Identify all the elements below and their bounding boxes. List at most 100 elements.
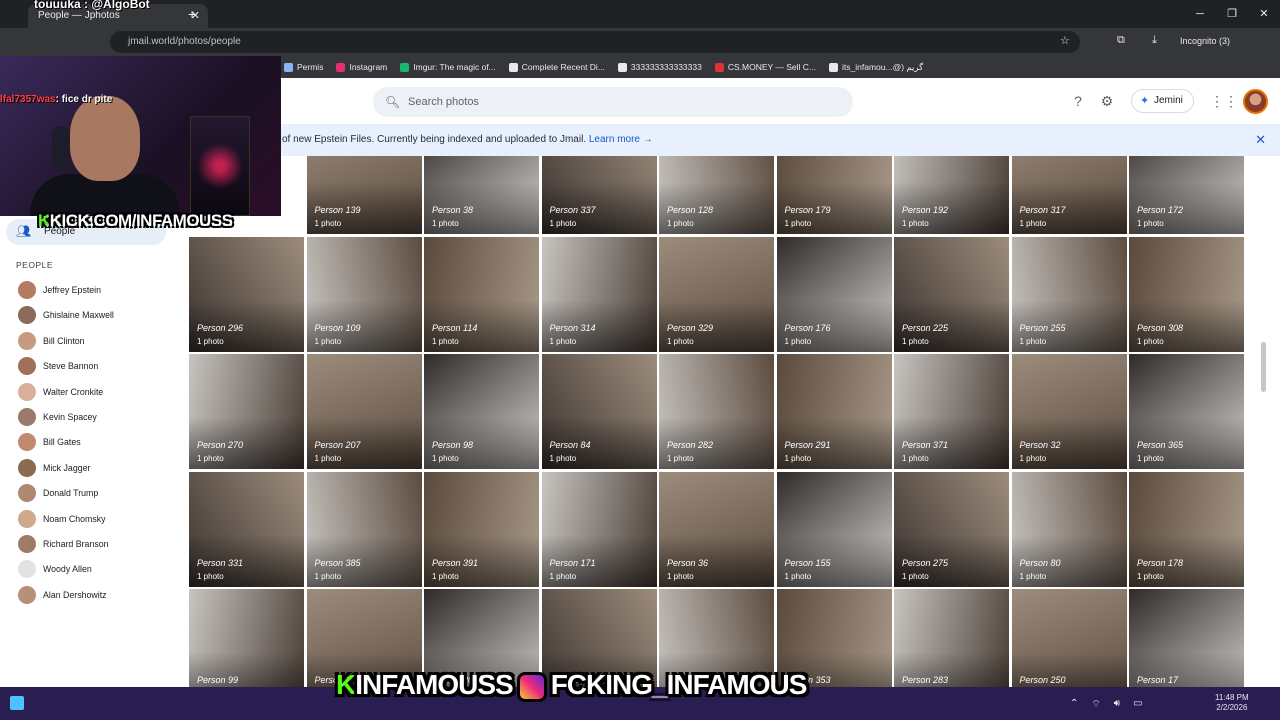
avatar[interactable] [1243,89,1268,114]
person-photo-card[interactable]: Person 109 1 photo [306,236,422,352]
download-icon[interactable]: ⤓ [1152,34,1157,47]
person-photo-card[interactable]: Person 991 photo [189,589,304,687]
restore-icon[interactable]: ❐ [1216,0,1248,28]
incognito-badge[interactable]: Incognito (3) [1180,36,1230,46]
gear-icon[interactable]: ⚙ [1098,92,1116,110]
person-photo-card[interactable]: Person 329 1 photo [659,236,774,352]
person-photo-card[interactable]: Person 207 1 photo [306,354,422,469]
bookmark-item[interactable]: Imgur: The magic of... [400,62,496,72]
person-label: Person 17 [1137,675,1179,685]
person-photo-card[interactable]: Person 179 1 photo [776,156,892,234]
photo-count: 1 photo [314,454,342,463]
volume-icon[interactable]: 🔊︎ [1114,698,1120,711]
sidebar-person-item[interactable]: Alan Dershowitz [18,585,107,605]
person-photo-card[interactable]: Person 2831 photo [894,589,1009,687]
network-icon[interactable]: ⌔ [1091,698,1100,711]
clock[interactable]: 11:48 PM 2/2/2026 [1215,693,1249,713]
bookmark-label: 333333333333333 [630,62,702,72]
sidebar-person-item[interactable]: Kevin Spacey [18,407,97,427]
sidebar-person-item[interactable]: Bill Clinton [18,331,85,351]
person-photo-card[interactable]: Person 331 1 photo [189,471,304,587]
kick-url-tag: KKICK.COM/INFAMOUSS [38,211,233,231]
help-icon[interactable]: ? [1069,92,1087,110]
sidebar-person-item[interactable]: Donald Trump [18,483,98,503]
sidebar-person-item[interactable]: Mick Jagger [18,458,90,478]
person-photo-card[interactable]: Person 385 1 photo [306,471,422,587]
sidebar-person-item[interactable]: Steve Bannon [18,356,98,376]
photo-count: 1 photo [432,219,459,228]
person-photo-card[interactable]: Person 314 1 photo [541,236,657,352]
sidebar-person-item[interactable]: Bill Gates [18,432,81,452]
person-label: Person 331 [197,557,244,568]
chevron-up-icon[interactable]: ⌃ [1070,698,1078,711]
bookmark-item[interactable]: Instagram [336,62,387,72]
person-photo-card[interactable]: Person 282 1 photo [659,354,774,469]
person-photo-card[interactable]: Person 371 1 photo [894,354,1009,469]
person-photo-card[interactable]: Person 255 1 photo [1011,236,1127,352]
sidebar-person-item[interactable]: Noam Chomsky [18,509,106,529]
person-avatar [18,306,36,325]
person-label: Person 275 [902,557,949,568]
person-photo-card[interactable]: Person 38 1 photo [424,156,539,234]
person-photo-card[interactable]: Person 84 1 photo [541,354,657,469]
bookmark-star-icon[interactable]: ☆ [1060,34,1070,47]
sidebar-person-item[interactable]: Walter Cronkite [18,382,103,402]
photo-count: 1 photo [197,454,224,463]
sidebar-person-item[interactable]: Jeffrey Epstein [18,280,101,300]
person-photo-card[interactable]: Person 308 1 photo [1129,236,1244,352]
person-photo-card[interactable]: Person 114 1 photo [424,236,539,352]
learn-more-link[interactable]: Learn more → [589,134,653,145]
person-label: Person 128 [667,205,714,215]
photo-count: 1 photo [902,219,929,228]
person-photo-card[interactable]: Person 172 1 photo [1129,156,1244,234]
person-photo-card[interactable]: Person 225 1 photo [894,236,1009,352]
scrollbar-thumb[interactable] [1261,342,1266,392]
person-photo-card[interactable]: Person 171 1 photo [541,471,657,587]
person-photo-card[interactable]: Person 2501 photo [1011,589,1127,687]
bookmark-item[interactable]: its_infamou...@) گريم [829,62,923,73]
person-photo-card[interactable]: Person 337 1 photo [541,156,657,234]
bookmark-item[interactable]: Complete Recent Di... [508,62,605,72]
person-photo-card[interactable]: Person 98 1 photo [424,354,539,469]
new-tab-icon[interactable]: + [188,6,196,22]
person-photo-card[interactable]: Person 317 1 photo [1011,156,1127,234]
person-photo-card[interactable]: Person 80 1 photo [1011,471,1127,587]
person-avatar [18,509,36,528]
person-photo-card[interactable]: Person 275 1 photo [894,471,1009,587]
person-photo-card[interactable]: Person 171 photo [1129,589,1244,687]
bookmark-item[interactable]: CS.MONEY — Sell C... [714,62,816,72]
person-photo-card[interactable]: Person 36 1 photo [659,471,774,587]
sidebar-person-item[interactable]: Ghislaine Maxwell [18,305,114,325]
person-avatar [18,433,36,452]
person-photo-card[interactable]: Person 192 1 photo [894,156,1009,234]
sidebar-person-item[interactable]: Richard Branson [18,534,109,554]
person-photo-card[interactable]: Person 296 1 photo [189,236,304,352]
person-photo-card[interactable]: Person 176 1 photo [776,236,892,352]
person-photo-card[interactable]: Person 270 1 photo [189,354,304,469]
url-field[interactable]: jmail.world/photos/people [110,31,1080,53]
scrollbar[interactable] [1258,156,1268,687]
search-box[interactable]: 🔍︎ Search photos [373,87,853,117]
person-photo-card[interactable]: Person 139 1 photo [306,156,422,234]
battery-icon[interactable]: ▭ [1133,698,1142,711]
person-photo-card[interactable]: Person 128 1 photo [659,156,774,234]
sidebar-person-item[interactable]: Woody Allen [18,559,92,579]
close-icon[interactable]: ✕ [1255,124,1266,156]
gemini-button[interactable]: ✦ Jemini [1131,89,1194,113]
person-photo-card[interactable]: Person 178 1 photo [1129,471,1244,587]
apps-grid-icon[interactable]: ⋮⋮ [1210,92,1238,110]
close-window-icon[interactable]: ✕ [1248,0,1280,28]
person-label: Person 192 [902,205,949,215]
person-photo-card[interactable]: Person 155 1 photo [776,471,892,587]
chat-message: lfal7357was: fice dr pite [0,94,112,105]
person-photo-card[interactable]: Person 391 1 photo [424,471,539,587]
person-photo-card[interactable]: Person 365 1 photo [1129,354,1244,469]
photo-count: 1 photo [784,454,812,463]
minimize-icon[interactable]: ─ [1184,0,1216,28]
person-photo-card[interactable]: Person 291 1 photo [776,354,892,469]
bookmark-item[interactable]: Permis [284,62,323,72]
windows-start-icon[interactable] [10,696,24,710]
bookmark-item[interactable]: 333333333333333 [617,62,702,72]
extensions-icon[interactable]: ⧉ [1117,34,1125,47]
person-photo-card[interactable]: Person 32 1 photo [1011,354,1127,469]
